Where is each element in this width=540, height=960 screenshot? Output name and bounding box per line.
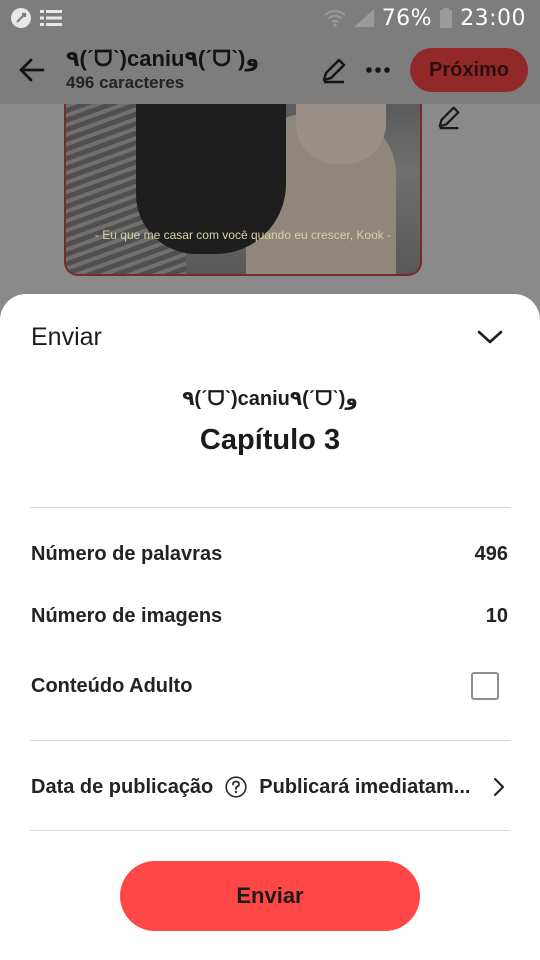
signal-icon [353,9,374,27]
publish-date-label: Data de publicação [31,775,214,798]
chevron-down-icon [477,330,503,344]
pencil-icon [438,106,460,130]
title-block: ٩(ˊᗜˋ)caniu٩(ˊᗜˋ)و 496 caracteres [66,46,312,94]
pencil-icon [322,58,346,84]
back-button[interactable] [0,36,64,104]
image-caption: - Eu que me casar com você quando eu cre… [94,228,392,242]
divider [30,830,510,831]
adult-content-checkbox[interactable] [471,672,499,700]
chevron-right-icon [487,775,511,799]
sheet-header: Enviar [0,294,540,380]
image-edit-button[interactable] [436,104,466,134]
status-bar-left [10,7,62,29]
send-button[interactable]: Enviar [120,861,420,931]
publish-date-value: Publicará imediatam... [259,775,471,798]
back-arrow-icon [19,58,45,82]
adult-content-label: Conteúdo Adulto [31,674,193,697]
editor-app-bar: ٩(ˊᗜˋ)caniu٩(ˊᗜˋ)و 496 caracteres Próxim… [0,36,540,104]
wifi-icon [324,9,346,27]
story-name: ٩(ˊᗜˋ)caniu٩(ˊᗜˋ)و [182,388,358,410]
divider [30,740,510,741]
battery-percent: 76% [381,5,433,31]
more-options-button[interactable] [356,48,400,92]
collapse-sheet-button[interactable] [470,317,510,357]
adult-content-row: Conteúdo Adulto [31,666,509,706]
image-count-label: Número de imagens [31,604,223,627]
publish-bottom-sheet: Enviar ٩(ˊᗜˋ)caniu٩(ˊᗜˋ)و Capítulo 3 Núm… [0,294,540,960]
sheet-title: Enviar [31,322,102,351]
clock: 23:00 [460,5,526,31]
image-count-row: Número de imagens 10 [31,596,509,636]
status-bar-right: 76% 23:00 [324,6,526,31]
chapter-title: Capítulo 3 [199,424,341,456]
character-count: 496 caracteres [66,73,185,92]
help-icon[interactable] [225,776,247,798]
status-bar: 76% 23:00 [0,0,540,36]
word-count-value: 496 [474,542,508,565]
divider [30,507,510,508]
next-button[interactable]: Próximo [410,48,528,92]
word-count-row: Número de palavras 496 [31,534,509,574]
story-title: ٩(ˊᗜˋ)caniu٩(ˊᗜˋ)و [66,46,260,71]
word-count-label: Número de palavras [31,542,223,565]
edit-button[interactable] [312,48,356,92]
list-notification-icon [40,9,62,27]
publish-date-row[interactable]: Data de publicação Publicará imediatam..… [31,765,511,809]
app-notification-icon [10,7,32,29]
chapter-content-dimmed: - Eu que me casar com você quando eu cre… [0,104,540,304]
image-count-value: 10 [485,604,508,627]
chapter-image[interactable]: - Eu que me casar com você quando eu cre… [64,104,422,276]
more-dots-icon [366,67,390,73]
battery-icon [440,8,453,28]
